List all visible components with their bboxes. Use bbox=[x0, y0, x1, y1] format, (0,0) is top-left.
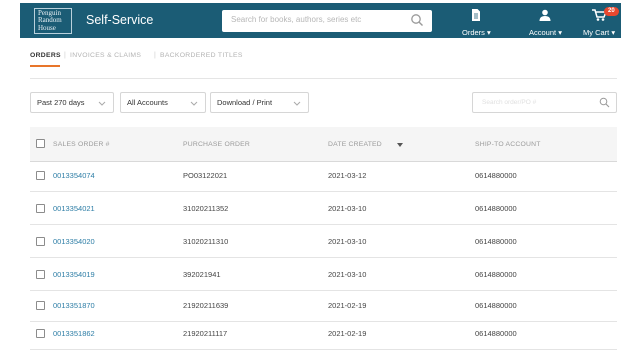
search-placeholder: Search for books, authors, series etc bbox=[231, 15, 362, 24]
accounts-dropdown[interactable]: All Accounts bbox=[120, 92, 206, 113]
date-range-value: Past 270 days bbox=[37, 98, 85, 107]
user-icon bbox=[539, 9, 551, 21]
app-title: Self-Service bbox=[86, 13, 154, 27]
nav-account[interactable]: Account ▾ bbox=[529, 8, 562, 37]
chevron-down-icon bbox=[190, 101, 198, 106]
row-checkbox[interactable] bbox=[36, 329, 45, 338]
order-filter-placeholder: Search order/PO # bbox=[482, 99, 537, 106]
purchase-order-cell: 21920211639 bbox=[183, 301, 229, 310]
column-header-sales-order[interactable]: SALES ORDER # bbox=[53, 141, 110, 148]
sales-order-link[interactable]: 0013351862 bbox=[53, 329, 95, 338]
orders-table-header: SALES ORDER # PURCHASE ORDER DATE CREATE… bbox=[30, 127, 617, 162]
divider bbox=[30, 78, 617, 79]
tab-backordered-titles[interactable]: BACKORDERED TITLES bbox=[160, 52, 243, 59]
table-row: 0013354021 31020211352 2021-03-10 061488… bbox=[30, 192, 617, 225]
tab-separator: | bbox=[64, 52, 66, 59]
date-created-cell: 2021-02-19 bbox=[328, 329, 367, 338]
tab-orders[interactable]: ORDERS bbox=[30, 52, 61, 59]
column-header-ship-to-account[interactable]: SHIP-TO ACCOUNT bbox=[475, 141, 541, 148]
chevron-down-icon: ▾ bbox=[611, 28, 616, 37]
row-checkbox[interactable] bbox=[36, 301, 45, 310]
date-created-cell: 2021-03-10 bbox=[328, 270, 367, 279]
sales-order-link[interactable]: 0013354074 bbox=[53, 171, 95, 180]
sales-order-link[interactable]: 0013354019 bbox=[53, 270, 95, 279]
column-header-date-created[interactable]: DATE CREATED bbox=[328, 141, 403, 148]
tab-invoices-claims[interactable]: INVOICES & CLAIMS bbox=[70, 52, 141, 59]
nav-orders[interactable]: Orders ▾ bbox=[462, 8, 491, 37]
cart-count-badge: 20 bbox=[604, 7, 619, 16]
accounts-value: All Accounts bbox=[127, 98, 168, 107]
column-header-date-created-label: DATE CREATED bbox=[328, 141, 382, 148]
document-icon bbox=[472, 9, 481, 21]
table-row: 0013354074 PO03122021 2021-03-12 0614880… bbox=[30, 159, 617, 192]
search-icon[interactable] bbox=[599, 97, 610, 108]
date-created-cell: 2021-03-10 bbox=[328, 204, 367, 213]
sort-down-icon bbox=[397, 143, 403, 147]
date-created-cell: 2021-02-19 bbox=[328, 301, 367, 310]
ship-to-account-cell: 0614880000 bbox=[475, 329, 517, 338]
chevron-down-icon bbox=[98, 101, 106, 106]
sales-order-link[interactable]: 0013354021 bbox=[53, 204, 95, 213]
column-header-purchase-order[interactable]: PURCHASE ORDER bbox=[183, 141, 250, 148]
active-tab-indicator bbox=[30, 65, 60, 67]
nav-cart[interactable]: 20 My Cart ▾ bbox=[583, 7, 619, 37]
ship-to-account-cell: 0614880000 bbox=[475, 301, 517, 310]
ship-to-account-cell: 0614880000 bbox=[475, 204, 517, 213]
table-row: 0013351862 21920211117 2021-02-19 061488… bbox=[30, 317, 617, 350]
sales-order-link[interactable]: 0013354020 bbox=[53, 237, 95, 246]
top-header: Penguin Random House Self-Service Search… bbox=[20, 3, 621, 38]
tab-separator: | bbox=[154, 52, 156, 59]
table-row: 0013354020 31020211310 2021-03-10 061488… bbox=[30, 225, 617, 258]
ship-to-account-cell: 0614880000 bbox=[475, 171, 517, 180]
sales-order-link[interactable]: 0013351870 bbox=[53, 301, 95, 310]
order-filter-input[interactable]: Search order/PO # bbox=[472, 92, 617, 113]
date-range-dropdown[interactable]: Past 270 days bbox=[30, 92, 114, 113]
nav-account-label: Account bbox=[529, 28, 557, 37]
search-icon[interactable] bbox=[410, 13, 424, 27]
ship-to-account-cell: 0614880000 bbox=[475, 237, 517, 246]
purchase-order-cell: 31020211352 bbox=[183, 204, 229, 213]
select-all-checkbox[interactable] bbox=[36, 139, 45, 148]
ship-to-account-cell: 0614880000 bbox=[475, 270, 517, 279]
nav-cart-label: My Cart bbox=[583, 28, 610, 37]
row-checkbox[interactable] bbox=[36, 204, 45, 213]
purchase-order-cell: 31020211310 bbox=[183, 237, 229, 246]
chevron-down-icon: ▾ bbox=[558, 28, 562, 37]
date-created-cell: 2021-03-12 bbox=[328, 171, 367, 180]
row-checkbox[interactable] bbox=[36, 237, 45, 246]
purchase-order-cell: 392021941 bbox=[183, 270, 221, 279]
logo[interactable]: Penguin Random House bbox=[34, 8, 72, 34]
logo-line: House bbox=[38, 23, 56, 32]
download-print-dropdown[interactable]: Download / Print bbox=[210, 92, 309, 113]
chevron-down-icon: ▾ bbox=[487, 28, 491, 37]
nav-orders-label: Orders bbox=[462, 28, 485, 37]
chevron-down-icon bbox=[293, 101, 301, 106]
date-created-cell: 2021-03-10 bbox=[328, 237, 367, 246]
row-checkbox[interactable] bbox=[36, 171, 45, 180]
download-print-label: Download / Print bbox=[217, 98, 273, 107]
table-row: 0013354019 392021941 2021-03-10 06148800… bbox=[30, 258, 617, 291]
purchase-order-cell: PO03122021 bbox=[183, 171, 228, 180]
search-input[interactable]: Search for books, authors, series etc bbox=[222, 10, 432, 32]
purchase-order-cell: 21920211117 bbox=[183, 329, 228, 338]
row-checkbox[interactable] bbox=[36, 270, 45, 279]
